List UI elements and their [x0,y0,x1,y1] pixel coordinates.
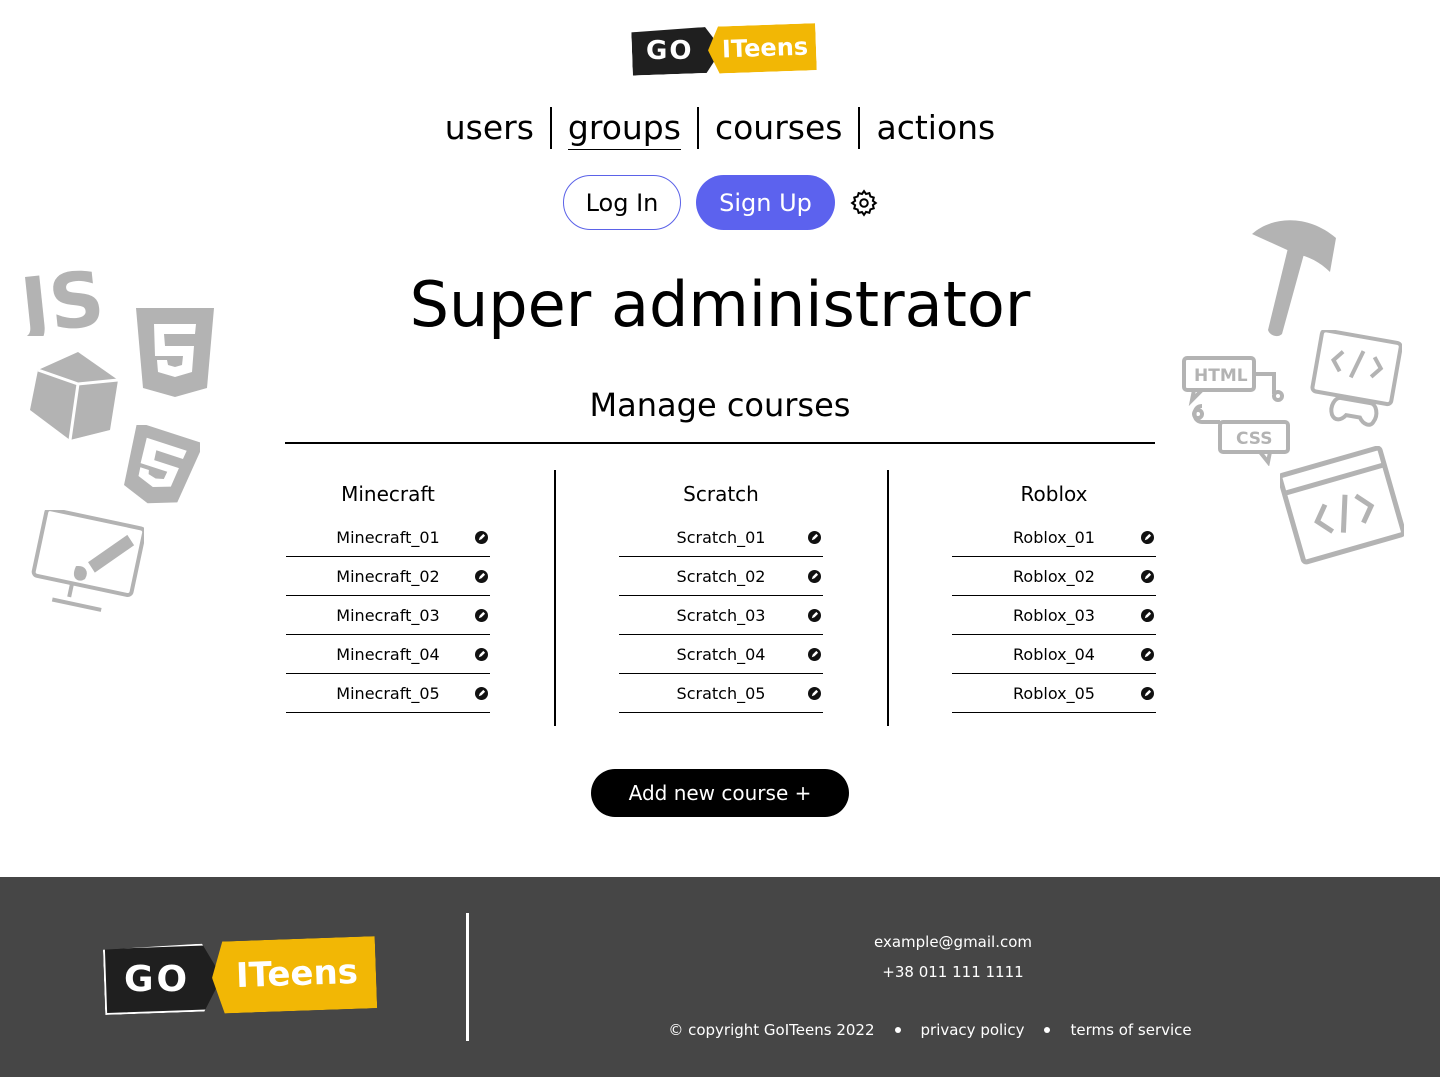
group-row[interactable]: Minecraft_02 [286,557,490,596]
nav-item-label: groups [567,108,681,150]
css-badge-text: CSS [1236,429,1273,449]
group-name: Roblox_05 [1013,683,1095,703]
gear-icon [850,188,878,217]
group-name: Scratch_05 [676,683,766,703]
group-row[interactable]: Scratch_02 [619,557,823,596]
course-column-scratch: Scratch Scratch_01 Scratch_02 Scratch_03… [619,470,823,713]
courses-grid: Minecraft Minecraft_01 Minecraft_02 Mine… [285,470,1156,726]
group-row[interactable]: Roblox_03 [952,596,1156,635]
edit-icon[interactable] [808,531,821,544]
nav-item-courses[interactable]: courses [699,106,859,150]
footer-links: © copyright GoITeens 2022 privacy policy… [660,1021,1200,1039]
edit-icon[interactable] [475,648,488,661]
footer-divider [466,913,469,1041]
group-name: Roblox_03 [1013,605,1095,625]
css3-icon [124,425,200,504]
html5-icon [136,308,214,397]
edit-icon[interactable] [1141,648,1154,661]
group-name: Roblox_02 [1013,566,1095,586]
svg-text:JS: JS [18,254,108,336]
footer-phone[interactable]: +38 011 111 1111 [753,963,1153,981]
nav-item-label: courses [714,108,843,147]
add-course-button[interactable]: Add new course + [591,769,849,817]
logo-teens-text: ITeens [235,951,359,997]
edit-icon[interactable] [475,531,488,544]
edit-icon[interactable] [808,570,821,583]
course-column-roblox: Roblox Roblox_01 Roblox_02 Roblox_03 Rob… [952,470,1156,713]
edit-icon[interactable] [475,570,488,583]
edit-icon[interactable] [1141,570,1154,583]
group-name: Roblox_04 [1013,644,1095,664]
group-name: Minecraft_01 [336,527,440,547]
edit-icon[interactable] [475,687,488,700]
group-name: Minecraft_04 [336,644,440,664]
group-name: Roblox_01 [1013,527,1095,547]
group-name: Minecraft_05 [336,683,440,703]
group-row[interactable]: Scratch_04 [619,635,823,674]
group-name: Minecraft_02 [336,566,440,586]
edit-icon[interactable] [475,609,488,622]
edit-icon[interactable] [1141,531,1154,544]
group-row[interactable]: Scratch_03 [619,596,823,635]
edit-icon[interactable] [1141,687,1154,700]
settings-button[interactable] [848,187,880,219]
signup-button[interactable]: Sign Up [696,175,835,230]
course-title: Minecraft [341,482,435,506]
group-row[interactable]: Minecraft_04 [286,635,490,674]
group-name: Scratch_03 [676,605,766,625]
nav-item-users[interactable]: users [429,106,550,150]
page-title: Super administrator [409,268,1031,341]
html-badge-text: HTML [1194,366,1248,386]
footer-logo[interactable]: GO ITeens [102,937,382,1017]
js-icon: JS [18,254,108,336]
group-row[interactable]: Roblox_05 [952,674,1156,713]
footer-email[interactable]: example@gmail.com [753,933,1153,951]
group-row[interactable]: Scratch_05 [619,674,823,713]
header-logo[interactable]: GO ITeens [630,24,820,78]
section-divider [285,442,1155,444]
group-row[interactable]: Minecraft_01 [286,518,490,557]
group-row[interactable]: Roblox_04 [952,635,1156,674]
logo-go-text: GO [646,36,694,66]
logo-go-text: GO [124,959,191,1000]
course-title: Roblox [1020,482,1088,506]
nav-item-label: users [444,108,534,147]
edit-icon[interactable] [808,609,821,622]
cube-icon [30,352,119,441]
nav-item-groups[interactable]: groups [552,106,697,150]
edit-icon[interactable] [808,648,821,661]
pickaxe-icon [1252,220,1336,337]
group-row[interactable]: Minecraft_03 [286,596,490,635]
group-name: Scratch_04 [676,644,766,664]
group-name: Minecraft_03 [336,605,440,625]
main-nav: users groups courses actions [0,106,1440,150]
group-name: Scratch_01 [676,527,766,547]
code-gamepad-icon [1310,330,1402,427]
html-css-icon: HTML CSS [1182,356,1290,466]
terms-of-service-link[interactable]: terms of service [1070,1021,1191,1039]
group-row[interactable]: Roblox_02 [952,557,1156,596]
group-row[interactable]: Scratch_01 [619,518,823,557]
footer: GO ITeens example@gmail.com +38 011 111 … [0,877,1440,1077]
column-divider [887,470,889,726]
monitor-brush-icon [31,510,144,612]
group-row[interactable]: Roblox_01 [952,518,1156,557]
bullet-icon [894,1027,901,1033]
nav-item-actions[interactable]: actions [860,106,1011,150]
login-button[interactable]: Log In [563,175,681,230]
edit-icon[interactable] [808,687,821,700]
copyright-text: © copyright GoITeens 2022 [668,1021,875,1039]
course-title: Scratch [683,482,759,506]
code-window-icon [1280,446,1404,565]
privacy-policy-link[interactable]: privacy policy [921,1021,1025,1039]
group-name: Scratch_02 [676,566,766,586]
course-column-minecraft: Minecraft Minecraft_01 Minecraft_02 Mine… [286,470,490,713]
column-divider [554,470,556,726]
auth-row: Log In Sign Up [563,175,880,230]
edit-icon[interactable] [1141,609,1154,622]
nav-item-label: actions [876,108,996,147]
group-row[interactable]: Minecraft_05 [286,674,490,713]
logo-teens-text: ITeens [721,32,809,64]
bullet-icon [1044,1027,1051,1033]
